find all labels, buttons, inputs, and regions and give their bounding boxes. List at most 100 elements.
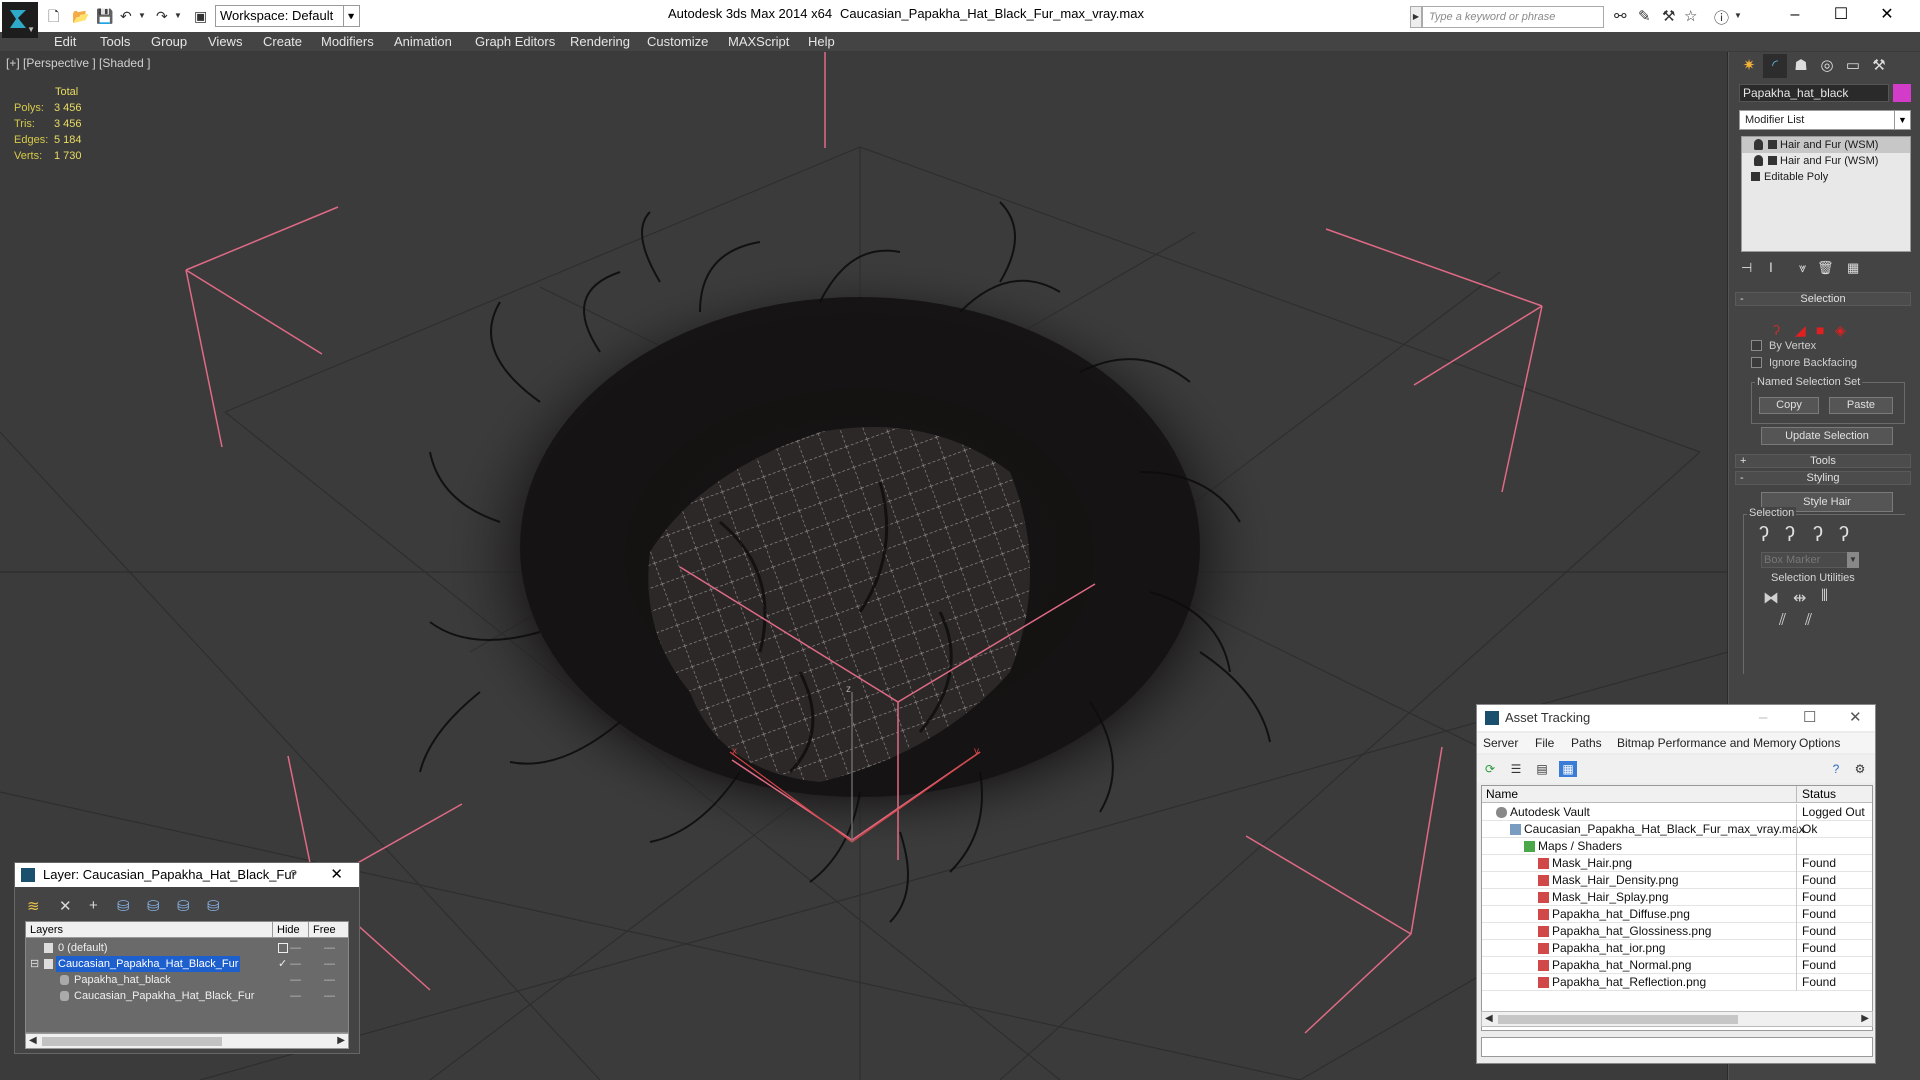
hair-select-ends-icon[interactable]: ʔ [1759,524,1769,547]
object-name-field[interactable]: Papakha_hat_black [1739,84,1889,102]
close-button[interactable]: ✕ [1849,705,1862,731]
name-column-header[interactable]: Name [1486,786,1518,803]
hide-toggle[interactable]: — [290,940,301,956]
asset-row[interactable]: Papakha_hat_Normal.png Found [1482,957,1872,974]
copy-button[interactable]: Copy [1759,397,1819,414]
tools-rollout-header[interactable]: + Tools [1735,454,1911,468]
menu-rendering[interactable]: Rendering [570,34,630,49]
menu-modifiers[interactable]: Modifiers [321,34,374,49]
select-in-layer-icon[interactable]: ⛁ [117,897,130,915]
layer-list-hscroll[interactable]: ◀ ▶ [25,1033,349,1049]
asset-row[interactable]: Maps / Shaders [1482,838,1872,855]
hair-select-root-icon[interactable]: ʔ [1839,524,1849,547]
menu-views[interactable]: Views [208,34,242,49]
workspace-select[interactable]: Workspace: Default ▼ [215,5,360,27]
asset-row[interactable]: Papakha_hat_Diffuse.png Found [1482,906,1872,923]
workspace-menu-button[interactable]: ▼ [343,5,359,27]
layers-stack-icon[interactable]: ≋ [27,897,40,915]
settings-icon[interactable]: ⚙ [1851,761,1869,777]
detail-view-icon[interactable]: ▤ [1533,761,1551,777]
stack-item-hair-and-fur-1[interactable]: Hair and Fur (WSM) [1742,137,1910,153]
menu-create[interactable]: Create [263,34,302,49]
lightbulb-icon[interactable] [1754,139,1763,150]
asset-row[interactable]: Autodesk Vault Logged Out [1482,804,1872,821]
binoculars-icon[interactable]: ⚯ [1614,7,1627,25]
freeze-toggle[interactable]: — [324,956,335,972]
create-tab-icon[interactable]: ✷ [1737,54,1761,78]
table-view-icon[interactable]: ▦ [1559,761,1577,777]
paste-button[interactable]: Paste [1829,397,1893,414]
asset-row[interactable]: Papakha_hat_Reflection.png Found [1482,974,1872,991]
freeze-toggle[interactable]: — [324,988,335,1004]
help-dropdown-icon[interactable]: ▼ [1734,11,1742,20]
modifier-list-select[interactable]: Modifier List ▼ [1739,110,1911,130]
project-folder-icon[interactable]: ▣ [194,6,207,26]
add-to-layer-icon[interactable]: + [89,897,98,914]
hide-toggle[interactable]: — [290,956,301,972]
element-select-icon[interactable]: ◈ [1835,322,1846,339]
freeze-toggle[interactable]: — [324,972,335,988]
layer-row-fur-object[interactable]: Caucasian_Papakha_Hat_Black_Fur — — [26,988,348,1004]
search-input[interactable]: Type a keyword or phrase [1422,6,1604,28]
help-icon[interactable]: ? [1827,761,1845,777]
maximize-button[interactable]: ☐ [1803,705,1816,731]
list-view-icon[interactable]: ☰ [1507,761,1525,777]
modifier-stack[interactable]: Hair and Fur (WSM) Hair and Fur (WSM) Ed… [1741,136,1911,252]
favorites-star-icon[interactable]: ☆ [1684,7,1697,25]
hair-select-vertices-icon[interactable]: ʔ [1813,524,1823,547]
layer-row-caucasian-fur[interactable]: ⊟ Caucasian_Papakha_Hat_Black_Fur ✓ — — [26,956,348,972]
menu-maxscript[interactable]: MAXScript [728,34,789,49]
object-color-swatch[interactable] [1893,84,1911,102]
layer-row-papakha-hat[interactable]: Papakha_hat_black — — [26,972,348,988]
redo-icon[interactable]: ↷ [156,6,168,26]
hide-column-header[interactable]: Hide [272,922,300,938]
layer-list[interactable]: Layers Hide Free 0 (default) — — ⊟ Cauca… [25,921,349,1033]
menu-animation[interactable]: Animation [394,34,452,49]
remove-modifier-icon[interactable]: 🗑 [1817,260,1834,276]
help-icon[interactable]: ? [290,863,297,887]
scroll-thumb[interactable] [1498,1015,1738,1024]
maximize-button[interactable]: ☐ [1818,2,1864,28]
expand-box-icon[interactable] [1768,140,1777,149]
menu-help[interactable]: Help [808,34,835,49]
configure-modifier-sets-icon[interactable]: ▦ [1847,260,1859,276]
asset-row[interactable]: Mask_Hair_Splay.png Found [1482,889,1872,906]
utilities-tab-icon[interactable]: ⚒ [1867,54,1891,78]
freeze-column-header[interactable]: Free [308,922,336,938]
expand-box-icon[interactable] [1751,172,1760,181]
viewport-label[interactable]: [+] [Perspective ] [Shaded ] [6,56,150,70]
redo-dropdown-icon[interactable]: ▼ [174,6,182,26]
stack-item-editable-poly[interactable]: Editable Poly [1742,169,1910,185]
layer-dialog-titlebar[interactable]: Layer: Caucasian_Papakha_Hat_Black_Fur ?… [15,863,359,887]
asset-row[interactable]: Mask_Hair.png Found [1482,855,1872,872]
asset-row[interactable]: Papakha_hat_ior.png Found [1482,940,1872,957]
lightbulb-icon[interactable] [1754,155,1763,166]
layers-column-header[interactable]: Layers [30,922,63,938]
styling-rollout-header[interactable]: - Styling [1735,471,1911,485]
modify-tab-icon[interactable]: ◜ [1763,54,1787,78]
close-icon[interactable]: ✕ [330,863,343,887]
undo-icon[interactable]: ↶ [120,6,132,26]
update-selection-button[interactable]: Update Selection [1761,427,1893,445]
collapse-icon[interactable]: ⊟ [30,956,39,972]
invert-selection-icon[interactable]: ⧓ [1763,588,1779,608]
hide-selected-icon[interactable]: ⫽ [1779,612,1786,630]
scroll-right-icon[interactable]: ▶ [1861,1012,1869,1026]
freeze-toggle[interactable]: — [324,940,335,956]
minimize-button[interactable]: – [1772,2,1818,28]
menu-tools[interactable]: Tools [100,34,130,49]
by-vertex-checkbox[interactable] [1751,340,1762,351]
menu-server[interactable]: Server [1483,736,1518,750]
ignore-backfacing-checkbox[interactable] [1751,357,1762,368]
help-icon[interactable]: ⓘ [1714,7,1729,28]
show-hidden-icon[interactable]: ⫽ [1805,612,1812,630]
hair-select-whole-icon[interactable]: ʔ [1785,524,1795,547]
open-file-icon[interactable]: 📂 [72,6,89,26]
expand-selection-icon[interactable]: ⦀ [1821,588,1828,606]
hide-toggle[interactable]: — [290,972,301,988]
close-button[interactable]: ✕ [1864,2,1910,28]
scroll-left-icon[interactable]: ◀ [29,1034,37,1048]
show-end-result-icon[interactable]: Ⅰ [1769,260,1773,276]
search-toggle-button[interactable]: ▶ [1410,6,1422,28]
communication-icon[interactable]: ⚒ [1662,7,1675,25]
